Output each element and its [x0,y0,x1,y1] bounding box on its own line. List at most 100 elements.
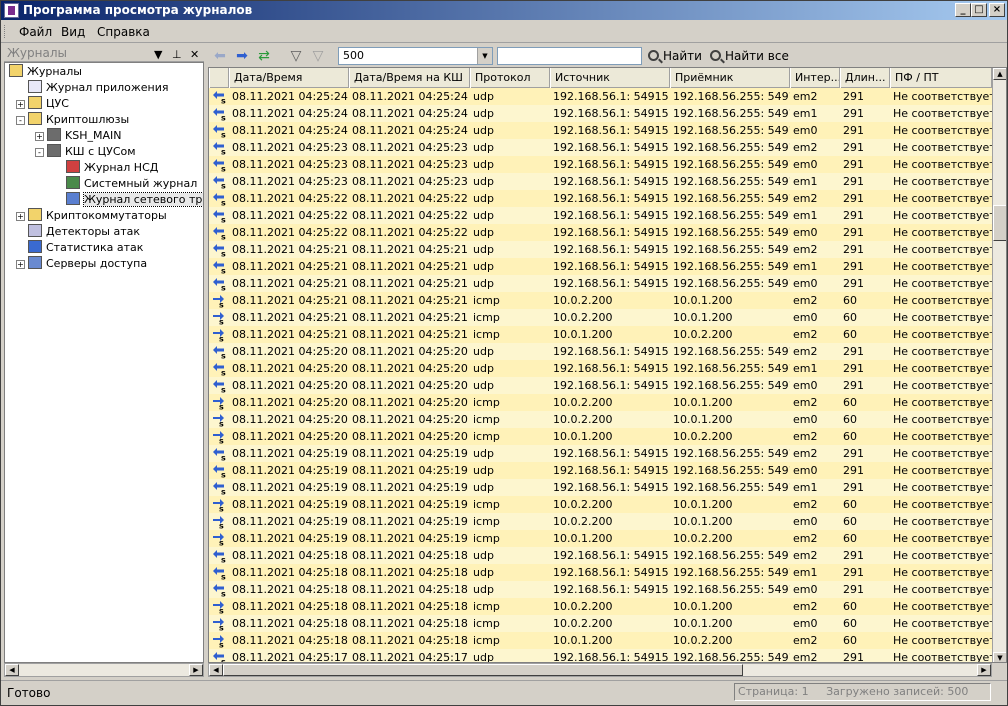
table-cell: 192.168.56.255: 54915 [673,345,790,358]
table-cell: Не соответствует н [893,175,992,188]
table-row[interactable]: s 08.11.2021 04:25:18 08.11.2021 04:25:18 i… [209,632,992,649]
vertical-scroll-thumb[interactable] [993,205,1006,241]
tree-node[interactable]: Статистика атак [28,240,143,256]
column-header[interactable]: Длин... [840,68,890,88]
table-row[interactable]: s 08.11.2021 04:25:18 08.11.2021 04:25:18 u… [209,581,992,598]
tree-node[interactable]: + Криптокоммутаторы [16,208,167,224]
tree-node[interactable]: - Криптошлюзы [16,112,129,128]
refresh-icon[interactable]: ⇄ [254,47,274,65]
table-row[interactable]: s 08.11.2021 04:25:21 08.11.2021 04:25:21 u… [209,241,992,258]
table-row[interactable]: s 08.11.2021 04:25:23 08.11.2021 04:25:23 u… [209,173,992,190]
table-row[interactable]: s 08.11.2021 04:25:22 08.11.2021 04:25:22 u… [209,207,992,224]
table-row[interactable]: s 08.11.2021 04:25:20 08.11.2021 04:25:20 u… [209,360,992,377]
table-row[interactable]: s 08.11.2021 04:25:18 08.11.2021 04:25:18 i… [209,598,992,615]
scroll-left-icon[interactable]: ◀ [5,664,19,676]
table-row[interactable]: s 08.11.2021 04:25:19 08.11.2021 04:25:19 u… [209,445,992,462]
find-all-button[interactable]: Найти все [710,48,789,64]
forward-arrow-icon[interactable]: ➡ [232,47,252,65]
menu-view[interactable]: Вид [61,25,85,39]
scroll-right-icon[interactable]: ▶ [189,664,203,676]
records-count-combo[interactable]: 500 ▼ [338,47,493,65]
table-row[interactable]: s 08.11.2021 04:25:24 08.11.2021 04:25:24 u… [209,88,992,105]
table-row[interactable]: s 08.11.2021 04:25:21 08.11.2021 04:25:21 i… [209,326,992,343]
table-row[interactable]: s 08.11.2021 04:25:21 08.11.2021 04:25:21 i… [209,309,992,326]
table-row[interactable]: s 08.11.2021 04:25:22 08.11.2021 04:25:22 u… [209,190,992,207]
find-all-label: Найти все [725,49,789,63]
column-header[interactable]: Протокол [470,68,550,88]
scroll-left-icon[interactable]: ◀ [209,664,223,676]
table-row[interactable]: s 08.11.2021 04:25:24 08.11.2021 04:25:24 u… [209,122,992,139]
table-row[interactable]: s 08.11.2021 04:25:21 08.11.2021 04:25:21 u… [209,275,992,292]
table-row[interactable]: s 08.11.2021 04:25:22 08.11.2021 04:25:22 u… [209,224,992,241]
column-header[interactable]: Дата/Время на КШ [349,68,470,88]
tree-node[interactable]: Журнал НСД [66,160,158,176]
search-input[interactable] [497,47,642,65]
table-row[interactable]: s 08.11.2021 04:25:20 08.11.2021 04:25:20 u… [209,377,992,394]
scroll-right-icon[interactable]: ▶ [977,664,991,676]
tree-node[interactable]: Журнал сетевого траф [66,192,203,208]
table-row[interactable]: s 08.11.2021 04:25:20 08.11.2021 04:25:20 i… [209,428,992,445]
table-row[interactable]: s 08.11.2021 04:25:19 08.11.2021 04:25:19 i… [209,513,992,530]
table-row[interactable]: s 08.11.2021 04:25:24 08.11.2021 04:25:24 u… [209,105,992,122]
table-row[interactable]: s 08.11.2021 04:25:17 08.11.2021 04:25:17 u… [209,649,992,662]
table-row[interactable]: s 08.11.2021 04:25:19 08.11.2021 04:25:19 u… [209,479,992,496]
table-cell: 10.0.2.200 [553,498,613,511]
scroll-down-icon[interactable]: ▼ [993,652,1006,662]
expand-icon[interactable]: + [16,100,25,109]
table-row[interactable]: s 08.11.2021 04:25:23 08.11.2021 04:25:23 u… [209,139,992,156]
panel-dropdown-icon[interactable]: ▼ [154,46,162,63]
minimize-button[interactable]: _ [955,3,971,17]
tree-node[interactable]: Журнал приложения [28,80,169,96]
table-body[interactable]: s 08.11.2021 04:25:24 08.11.2021 04:25:24 u… [209,88,992,662]
column-header[interactable]: Дата/Время [229,68,349,88]
clear-filter-icon[interactable]: ▽ [308,47,328,65]
expand-icon[interactable]: + [16,212,25,221]
table-row[interactable]: s 08.11.2021 04:25:21 08.11.2021 04:25:21 u… [209,258,992,275]
table-row[interactable]: s 08.11.2021 04:25:19 08.11.2021 04:25:19 i… [209,530,992,547]
tree-node[interactable]: - КШ с ЦУСом [35,144,136,160]
column-header[interactable]: Источник [550,68,670,88]
tree-node[interactable]: + Серверы доступа [16,256,147,272]
tree-node[interactable]: + ЦУС [16,96,69,112]
maximize-button[interactable]: □ [971,3,987,17]
table-row[interactable]: s 08.11.2021 04:25:21 08.11.2021 04:25:21 i… [209,292,992,309]
filter-icon[interactable]: ▽ [286,47,306,65]
table-cell: udp [473,481,494,494]
table-row[interactable]: s 08.11.2021 04:25:20 08.11.2021 04:25:20 i… [209,394,992,411]
table-row[interactable]: s 08.11.2021 04:25:18 08.11.2021 04:25:18 u… [209,547,992,564]
chevron-down-icon[interactable]: ▼ [477,48,492,64]
column-header[interactable]: Интер... [790,68,840,88]
back-arrow-icon[interactable]: ⬅ [210,47,230,65]
table-row[interactable]: s 08.11.2021 04:25:20 08.11.2021 04:25:20 i… [209,411,992,428]
panel-close-icon[interactable]: ✕ [190,46,199,63]
journals-tree[interactable]: Журналы Журнал приложения + ЦУС - Криптошлюзы… [4,62,204,663]
collapse-icon[interactable]: - [16,116,25,125]
table-row[interactable]: s 08.11.2021 04:25:19 08.11.2021 04:25:19 u… [209,462,992,479]
table-cell: 08.11.2021 04:25:21 [232,277,348,290]
expand-icon[interactable]: + [35,132,44,141]
table-row[interactable]: s 08.11.2021 04:25:20 08.11.2021 04:25:20 u… [209,343,992,360]
column-header[interactable]: Приёмник [670,68,790,88]
table-row[interactable]: s 08.11.2021 04:25:18 08.11.2021 04:25:18 i… [209,615,992,632]
find-button[interactable]: Найти [648,48,702,64]
tree-node[interactable]: Системный журнал [66,176,197,192]
tree-node[interactable]: Детекторы атак [28,224,140,240]
tree-node[interactable]: Журналы [9,64,82,80]
table-row[interactable]: s 08.11.2021 04:25:23 08.11.2021 04:25:23 u… [209,156,992,173]
collapse-icon[interactable]: - [35,148,44,157]
column-header[interactable]: ПФ / ПТ [890,68,992,88]
expand-icon[interactable]: + [16,260,25,269]
table-horizontal-scrollbar[interactable]: ◀ ▶ [208,663,992,677]
table-row[interactable]: s 08.11.2021 04:25:18 08.11.2021 04:25:18 u… [209,564,992,581]
menu-file[interactable]: Файл [19,25,52,39]
close-button[interactable]: × [989,3,1005,17]
table-cell: 192.168.56.1: 54915 [553,447,669,460]
pin-icon[interactable]: ⊥ [172,46,182,63]
table-row[interactable]: s 08.11.2021 04:25:19 08.11.2021 04:25:19 i… [209,496,992,513]
tree-horizontal-scrollbar[interactable]: ◀ ▶ [4,663,204,677]
tree-node[interactable]: + KSH_MAIN [35,128,121,144]
menu-help[interactable]: Справка [97,25,150,39]
table-vertical-scrollbar[interactable]: ▲ ▼ [992,68,1006,662]
scroll-up-icon[interactable]: ▲ [993,68,1006,80]
horizontal-scroll-thumb[interactable] [223,664,743,676]
